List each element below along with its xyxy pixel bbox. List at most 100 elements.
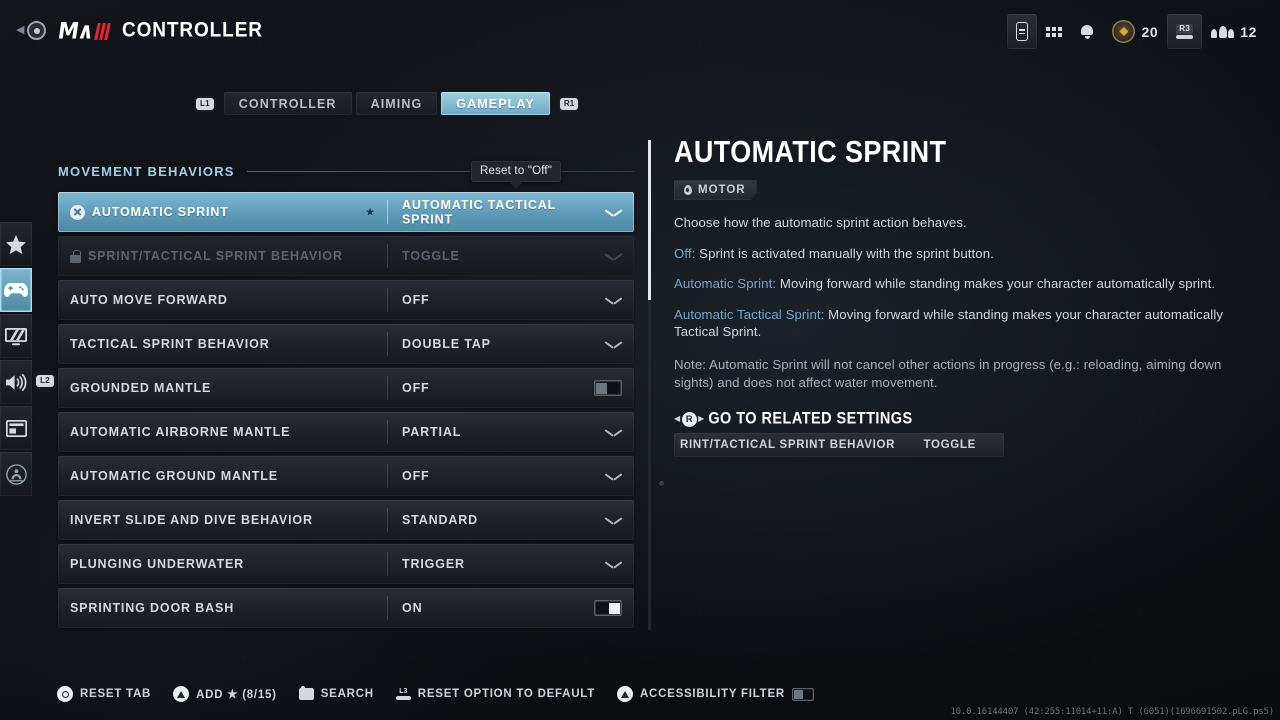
row-label-area: INVERT SLIDE AND DIVE BEHAVIOR xyxy=(58,500,387,540)
hud-currency-value: 20 xyxy=(1141,24,1158,40)
setting-value: PARTIAL xyxy=(402,425,605,440)
setting-label: PLUNGING UNDERWATER xyxy=(70,557,244,572)
chevron-down-icon[interactable] xyxy=(605,339,622,349)
detail-option-text: Sprint is activated manually with the sp… xyxy=(695,246,994,261)
rstick-label: R3 xyxy=(1176,24,1193,34)
setting-label: AUTOMATIC AIRBORNE MANTLE xyxy=(70,425,290,440)
rail-item-favorites[interactable] xyxy=(0,222,32,266)
setting-row-auto-move-forward[interactable]: AUTO MOVE FORWARD OFF xyxy=(58,280,634,320)
tab-left-bumper-hint: L1 xyxy=(196,98,214,110)
toggle-switch[interactable] xyxy=(594,380,622,396)
back-circle-icon xyxy=(27,21,46,40)
favorite-star-icon[interactable]: ★ xyxy=(365,206,375,219)
action-reset-option-to-default[interactable]: L3 RESET OPTION TO DEFAULT xyxy=(396,688,595,700)
chevron-down-icon[interactable] xyxy=(605,427,622,437)
rail-item-interface[interactable] xyxy=(0,406,32,450)
related-settings-header: ◀ R ▶ GO TO RELATED SETTINGS xyxy=(674,411,1234,427)
setting-value: OFF xyxy=(402,381,594,396)
action-search[interactable]: SEARCH xyxy=(299,688,374,700)
hud-currency[interactable]: 20 xyxy=(1103,14,1167,49)
chevron-down-icon[interactable] xyxy=(605,471,622,481)
build-version-string: 10.0.16144407 (42:255:11014+11:A) T (605… xyxy=(950,707,1274,717)
section-title: MOVEMENT BEHAVIORS xyxy=(58,164,235,179)
row-value-area[interactable]: OFF xyxy=(388,456,634,496)
row-value-area[interactable]: PARTIAL xyxy=(388,412,634,452)
detail-option-text: Moving forward while standing makes your… xyxy=(776,276,1215,291)
rail-item-graphics[interactable] xyxy=(0,314,32,358)
related-setting-label: RINT/TACTICAL SPRINT BEHAVIOR xyxy=(674,439,923,451)
setting-row-grounded-mantle[interactable]: GROUNDED MANTLE OFF xyxy=(58,368,634,408)
detail-intro: Choose how the automatic sprint action b… xyxy=(674,214,1234,231)
tab-aiming[interactable]: AIMING xyxy=(356,92,438,115)
settings-scrollbar[interactable] xyxy=(648,140,651,630)
row-value-area[interactable]: TRIGGER xyxy=(388,544,634,584)
related-setting-item[interactable]: RINT/TACTICAL SPRINT BEHAVIOR TOGGLE xyxy=(674,433,1004,457)
toggle-switch[interactable] xyxy=(594,600,622,616)
setting-value: AUTOMATIC TACTICAL SPRINT xyxy=(402,197,605,226)
tab-controller[interactable]: CONTROLLER xyxy=(224,92,352,115)
row-value-area[interactable]: AUTOMATIC TACTICAL SPRINT xyxy=(388,192,634,232)
setting-value: STANDARD xyxy=(402,513,605,528)
back-button[interactable]: ◀ xyxy=(16,21,46,40)
hud-rstick-button[interactable]: R3 xyxy=(1167,14,1202,49)
chevron-down-icon[interactable] xyxy=(605,207,622,217)
action-add-favorite[interactable]: ADD ★ (8/15) xyxy=(173,686,277,702)
hud-battery[interactable] xyxy=(1007,14,1037,49)
detail-option-key: Automatic Sprint: xyxy=(674,276,776,291)
speaker-icon xyxy=(5,373,27,392)
row-value-area[interactable]: OFF xyxy=(388,280,634,320)
setting-row-sprint-tactical-sprint-behavior: SPRINT/TACTICAL SPRINT BEHAVIOR TOGGLE xyxy=(58,236,634,276)
rail-item-audio[interactable] xyxy=(0,360,32,404)
chevron-down-icon[interactable] xyxy=(605,295,622,305)
action-reset-tab[interactable]: RESET TAB xyxy=(57,686,151,702)
row-value-area[interactable]: STANDARD xyxy=(388,500,634,540)
hud-apps[interactable] xyxy=(1037,14,1071,49)
detail-option-automatic-tactical-sprint: Automatic Tactical Sprint: Moving forwar… xyxy=(674,306,1234,341)
setting-row-plunging-underwater[interactable]: PLUNGING UNDERWATER TRIGGER xyxy=(58,544,634,584)
setting-row-tactical-sprint-behavior[interactable]: TACTICAL SPRINT BEHAVIOR DOUBLE TAP xyxy=(58,324,634,364)
scrollbar-thumb[interactable] xyxy=(648,140,651,300)
tab-right-bumper-hint: R1 xyxy=(560,98,579,110)
mwiii-logo-icon: M∧ xyxy=(58,19,109,43)
row-value-area[interactable]: ON xyxy=(388,588,634,628)
detail-badge-label: MOTOR xyxy=(698,184,746,196)
row-label-area: TACTICAL SPRINT BEHAVIOR xyxy=(58,324,387,364)
setting-row-sprinting-door-bash[interactable]: SPRINTING DOOR BASH ON xyxy=(58,588,634,628)
setting-label: GROUNDED MANTLE xyxy=(70,381,211,396)
rail-item-accessibility[interactable] xyxy=(0,452,32,496)
setting-row-automatic-sprint[interactable]: AUTOMATIC SPRINT ★ AUTOMATIC TACTICAL SP… xyxy=(58,192,634,232)
motor-icon xyxy=(682,184,693,196)
tab-gameplay[interactable]: GAMEPLAY xyxy=(441,92,550,115)
hud-squad[interactable]: 12 xyxy=(1202,14,1266,49)
action-accessibility-filter[interactable]: ACCESSIBILITY FILTER xyxy=(617,686,814,702)
tooltip-arrow-icon xyxy=(509,182,523,190)
related-setting-value: TOGGLE xyxy=(923,439,1004,451)
related-settings-title: GO TO RELATED SETTINGS xyxy=(708,410,912,428)
reset-tooltip: Reset to "Off" xyxy=(471,161,561,190)
action-label: ADD ★ (8/15) xyxy=(196,687,277,702)
setting-row-invert-slide-and-dive-behavior[interactable]: INVERT SLIDE AND DIVE BEHAVIOR STANDARD xyxy=(58,500,634,540)
row-label-area: AUTO MOVE FORWARD xyxy=(58,280,387,320)
setting-row-automatic-airborne-mantle[interactable]: AUTOMATIC AIRBORNE MANTLE PARTIAL xyxy=(58,412,634,452)
setting-label: SPRINTING DOOR BASH xyxy=(70,601,234,616)
row-label-area: SPRINTING DOOR BASH xyxy=(58,588,387,628)
row-value-area[interactable]: DOUBLE TAP xyxy=(388,324,634,364)
setting-value: DOUBLE TAP xyxy=(402,337,605,352)
hud-notifications[interactable] xyxy=(1071,14,1103,49)
setting-label: AUTO MOVE FORWARD xyxy=(70,293,228,308)
hud-status-cluster: 20 R3 12 xyxy=(1007,14,1266,49)
rail-item-controller[interactable] xyxy=(0,268,32,312)
accessibility-filter-toggle[interactable] xyxy=(792,688,814,701)
detail-title: AUTOMATIC SPRINT xyxy=(674,136,1234,168)
accessibility-icon xyxy=(6,464,27,485)
triangle-button-icon xyxy=(173,686,189,702)
category-rail xyxy=(0,222,32,496)
rstick-icon: R3 xyxy=(1176,24,1193,39)
back-chevron-icon: ◀ xyxy=(16,25,24,36)
row-value-area[interactable]: OFF xyxy=(388,368,634,408)
chevron-down-icon[interactable] xyxy=(605,559,622,569)
chevron-down-icon[interactable] xyxy=(605,515,622,525)
action-label: SEARCH xyxy=(321,688,374,701)
setting-row-automatic-ground-mantle[interactable]: AUTOMATIC GROUND MANTLE OFF xyxy=(58,456,634,496)
tooltip-text: Reset to "Off" xyxy=(471,161,561,182)
